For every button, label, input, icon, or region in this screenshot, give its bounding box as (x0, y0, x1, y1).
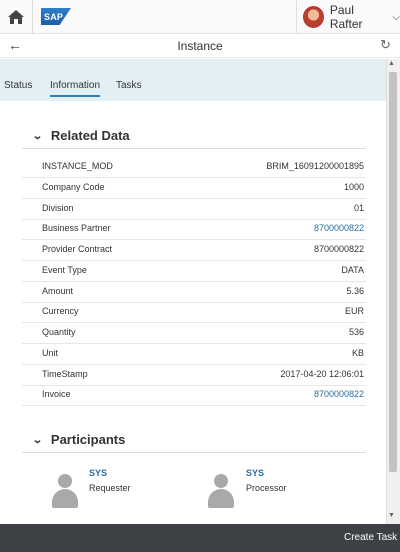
page-header: ← Instance ↻ (0, 34, 400, 58)
row-value: DATA (341, 265, 364, 275)
row-label: Company Code (42, 182, 105, 192)
user-menu[interactable]: Paul Rafter ⌵ (296, 0, 400, 34)
row-value: 1000 (343, 182, 364, 192)
divider (22, 148, 366, 149)
row-label: Quantity (42, 327, 76, 337)
scroll-down-icon[interactable]: ▼ (388, 512, 395, 519)
row-label: Event Type (42, 265, 87, 275)
table-row: Quantity 536 (22, 324, 366, 344)
participant-role: Processor (246, 483, 287, 493)
row-value: BRIM_16091200001895 (266, 161, 364, 171)
row-value: EUR (344, 306, 364, 316)
table-row: Amount 5.36 (22, 283, 366, 303)
participant-name[interactable]: SYS (246, 468, 264, 478)
chevron-down-icon: ⌄ (32, 433, 43, 446)
row-label: Unit (42, 348, 59, 358)
row-label: Provider Contract (42, 244, 113, 254)
sap-logo: SAP (41, 8, 71, 25)
scrollbar-thumb[interactable] (389, 72, 397, 472)
row-value: 2017-04-20 12:06:01 (280, 369, 364, 379)
page-title: Instance (177, 39, 223, 53)
related-data-title: Related Data (50, 128, 130, 143)
person-icon (208, 474, 234, 508)
related-data-header[interactable]: ⌄ Related Data (32, 128, 130, 144)
table-row: Division 01 (22, 200, 366, 220)
avatar (303, 6, 324, 28)
tab-bar: Status Information Tasks (0, 59, 386, 101)
row-label: Business Partner (42, 223, 111, 233)
tab-information[interactable]: Information (50, 80, 101, 97)
refresh-icon[interactable]: ↻ (380, 37, 391, 53)
shell-divider (32, 0, 33, 34)
table-row: Event Type DATA (22, 262, 366, 282)
row-label: TimeStamp (42, 369, 88, 379)
row-value: 01 (353, 203, 364, 213)
row-label: Division (42, 203, 74, 213)
table-row: INSTANCE_MOD BRIM_16091200001895 (22, 158, 366, 178)
row-label: Invoice (42, 389, 71, 399)
row-label: INSTANCE_MOD (42, 161, 113, 171)
table-row: TimeStamp 2017-04-20 12:06:01 (22, 366, 366, 386)
participant-name[interactable]: SYS (89, 468, 107, 478)
row-value: KB (351, 348, 364, 358)
row-value: 8700000822 (313, 244, 364, 254)
row-label: Amount (42, 286, 74, 296)
participant-role: Requester (89, 483, 131, 493)
table-row: Currency EUR (22, 303, 366, 323)
table-row: Company Code 1000 (22, 179, 366, 199)
tab-tasks[interactable]: Tasks (116, 80, 142, 91)
sap-logo-text: SAP (44, 11, 64, 22)
participants-header[interactable]: ⌄ Participants (32, 432, 125, 448)
invoice-link[interactable]: 8700000822 (314, 389, 364, 399)
participants-title: Participants (50, 432, 126, 447)
row-label: Currency (42, 306, 79, 316)
scroll-up-icon[interactable]: ▲ (388, 60, 395, 67)
user-name: Paul Rafter (329, 3, 363, 31)
home-button[interactable] (0, 0, 32, 34)
shell-bar: SAP Paul Rafter ⌵ (0, 0, 400, 34)
table-row: Unit KB (22, 345, 366, 365)
business-partner-link[interactable]: 8700000822 (314, 223, 364, 233)
row-value: 5.36 (346, 286, 364, 296)
home-icon (8, 9, 24, 24)
table-row: Invoice 8700000822 (22, 386, 366, 406)
create-task-button[interactable]: Create Task (344, 532, 397, 543)
table-row: Provider Contract 8700000822 (22, 241, 366, 261)
person-icon (52, 474, 78, 508)
footer-bar: Create Task (0, 524, 400, 552)
tab-status[interactable]: Status (4, 80, 32, 91)
row-value: 536 (348, 327, 364, 337)
divider (22, 452, 366, 453)
chevron-down-icon: ⌄ (32, 129, 43, 142)
chevron-down-icon: ⌵ (392, 11, 400, 23)
table-row: Business Partner 8700000822 (22, 220, 366, 240)
